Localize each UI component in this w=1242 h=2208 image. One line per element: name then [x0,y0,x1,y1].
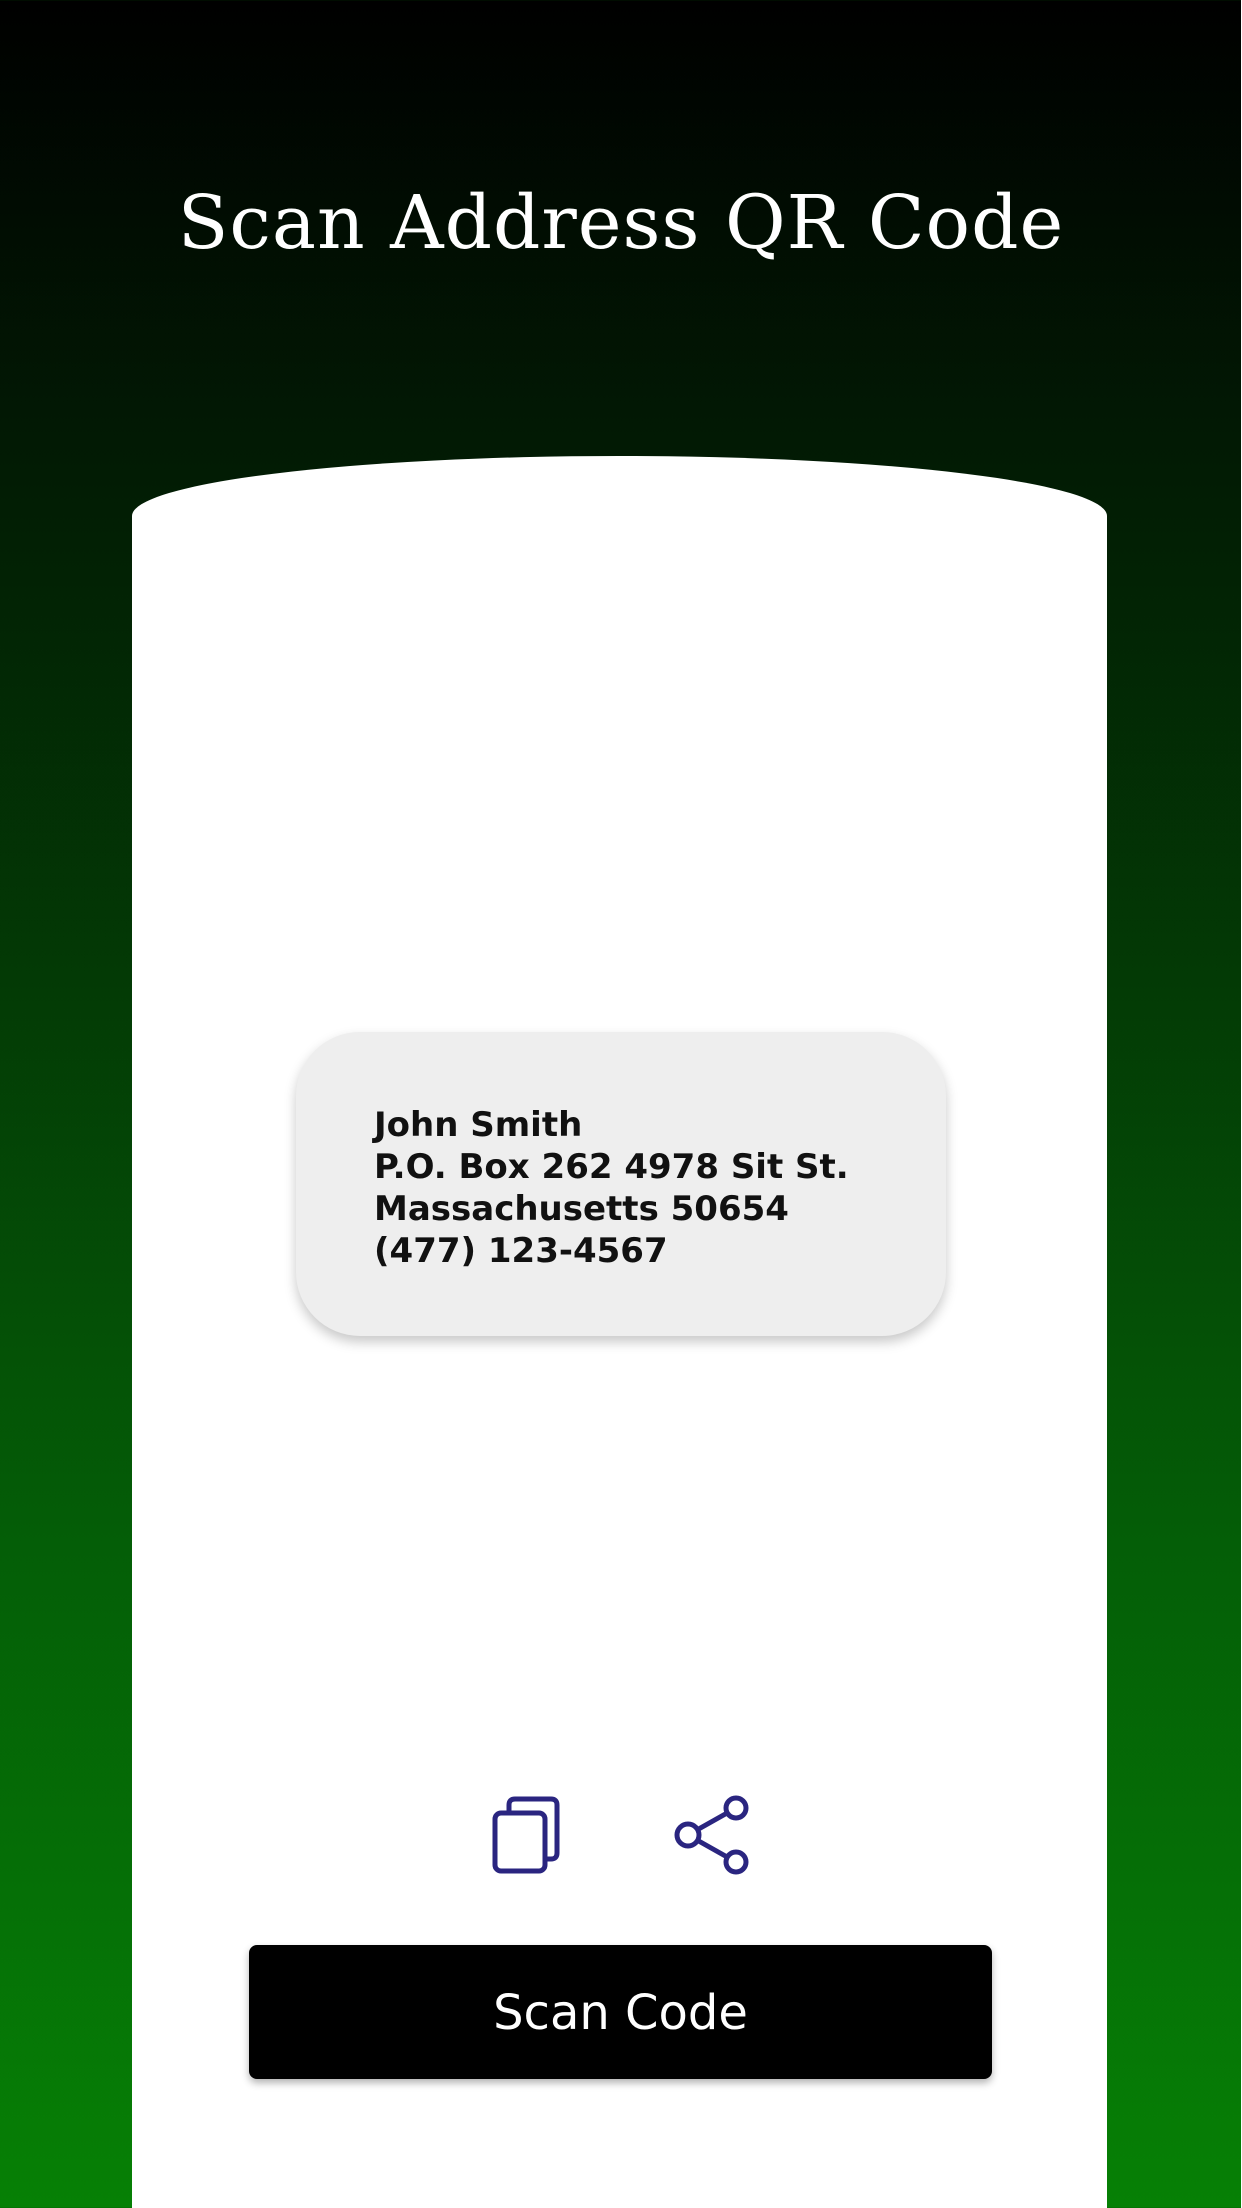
share-button[interactable] [673,1795,753,1875]
scan-code-button[interactable]: Scan Code [249,1945,992,2079]
result-state-zip: Massachusetts 50654 [374,1189,789,1229]
result-name: John Smith [374,1105,583,1145]
result-street: P.O. Box 262 4978 Sit St. [374,1147,849,1187]
scan-result-box: John Smith P.O. Box 262 4978 Sit St. Mas… [296,1032,946,1336]
copy-button[interactable] [489,1795,569,1875]
page-title: Scan Address QR Code [177,180,1065,266]
result-phone: (477) 123-4567 [374,1231,668,1271]
copy-icon [492,1796,560,1874]
share-icon [674,1795,749,1875]
